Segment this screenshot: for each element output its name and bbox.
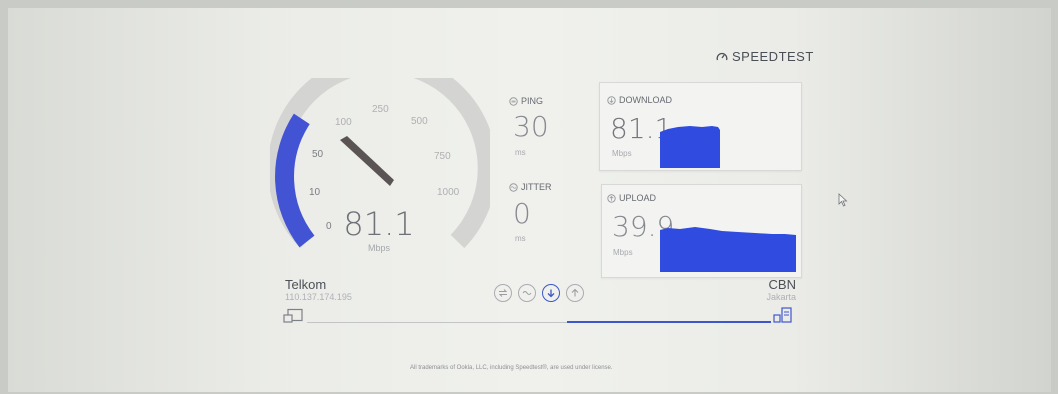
mouse-cursor-icon — [838, 193, 848, 207]
gauge-speed-unit: Mbps — [367, 243, 390, 253]
upload-arrow-icon — [571, 288, 579, 297]
download-graph — [660, 126, 720, 168]
footer-trademark: All trademarks of Ookla, LLC, including … — [410, 365, 613, 371]
gauge-tick: 500 — [411, 116, 428, 127]
client-isp-name: Telkom — [285, 277, 327, 292]
ping-value: 30 — [513, 110, 549, 143]
jitter-unit: ms — [515, 234, 526, 243]
download-step-button[interactable] — [542, 284, 560, 302]
gauge-tick: 10 — [309, 187, 321, 198]
speedtest-logo: SPEEDTEST — [716, 49, 814, 64]
brand-text: SPEEDTEST — [732, 49, 814, 64]
jitter-label: JITTER — [509, 182, 552, 192]
jitter-value: 0 — [513, 197, 531, 230]
ping-icon — [509, 96, 518, 106]
speedometer-icon — [716, 52, 728, 60]
upload-icon — [607, 193, 616, 203]
connection-line-idle — [307, 322, 567, 323]
gauge-fill — [275, 113, 315, 248]
download-arrow-icon — [547, 289, 555, 298]
connections-icon — [498, 289, 508, 297]
connections-button[interactable] — [494, 284, 512, 302]
gauge-speed-value: 81.1 — [343, 205, 415, 243]
download-label: DOWNLOAD — [607, 95, 672, 105]
ping-label: PING — [509, 96, 543, 106]
client-ip-address: 110.137.174.195 — [285, 292, 352, 302]
upload-unit: Mbps — [613, 248, 633, 257]
download-icon — [607, 95, 616, 105]
gauge-tick: 250 — [372, 104, 389, 115]
gauge-tick: 50 — [312, 149, 324, 160]
server-icon — [773, 307, 792, 323]
ping-step-button[interactable] — [518, 284, 536, 302]
connection-line-active — [567, 321, 771, 323]
server-name[interactable]: CBN — [760, 277, 796, 292]
upload-step-button[interactable] — [566, 284, 584, 302]
ping-wave-icon — [522, 291, 532, 295]
device-icon — [283, 308, 303, 323]
gauge-tick: 0 — [326, 221, 332, 232]
ping-unit: ms — [515, 148, 526, 157]
upload-label: UPLOAD — [607, 193, 656, 203]
gauge-tick: 750 — [434, 151, 451, 162]
gauge-tick: 100 — [335, 117, 352, 128]
server-location: Jakarta — [766, 292, 796, 302]
download-unit: Mbps — [612, 149, 632, 158]
upload-graph — [660, 227, 796, 272]
gauge-tick: 1000 — [437, 187, 460, 198]
jitter-icon — [509, 182, 518, 192]
gauge-needle — [340, 136, 394, 186]
